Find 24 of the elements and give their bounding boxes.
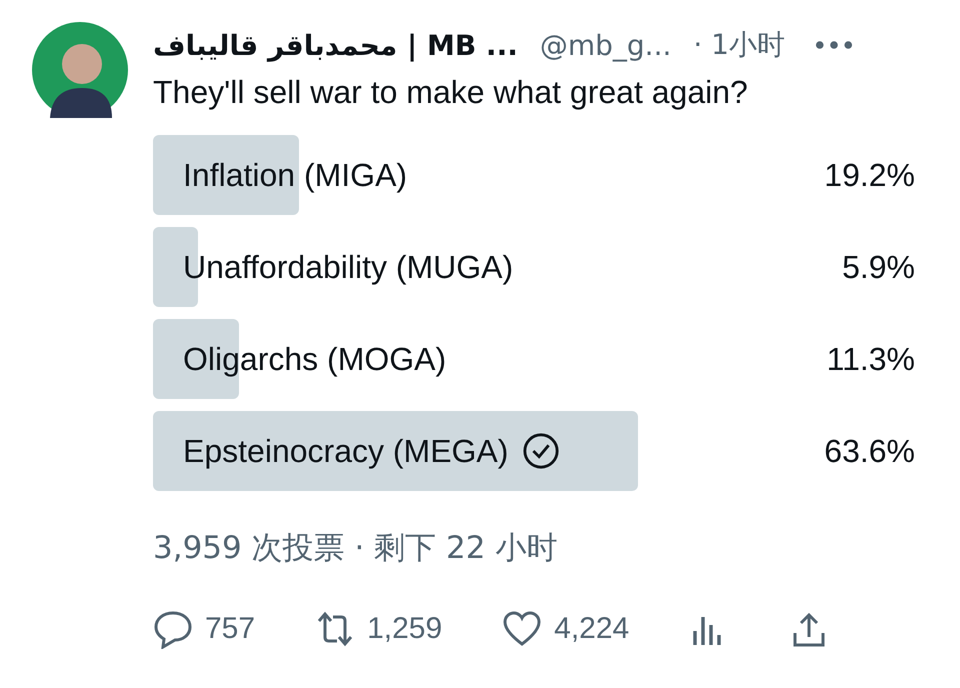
repost-count: 1,259 [367,612,442,646]
poll-option[interactable]: Oligarchs (MOGA) 11.3% [153,319,915,399]
poll-percentage: 5.9% [842,248,915,286]
author-handle[interactable]: @mb_g... [540,28,672,62]
poll-option[interactable]: Epsteinocracy (MEGA) 63.6% [153,411,915,491]
author-name[interactable]: محمدباقر قالیباف | MB ... [153,28,518,62]
poll-percentage: 11.3% [826,340,915,378]
avatar-icon[interactable] [32,22,128,118]
post-time[interactable]: · 1小时 [693,26,785,64]
reply-icon[interactable] [153,609,193,649]
poll-option-label: Epsteinocracy (MEGA) [183,432,508,470]
poll-option[interactable]: Inflation (MIGA) 19.2% [153,135,915,215]
check-circle-icon [522,432,560,470]
poll-option-label: Unaffordability (MUGA) [183,248,514,286]
like-count: 4,224 [554,612,630,646]
more-icon[interactable] [815,40,853,50]
poll-summary: 3,959 次投票 · 剩下 22 小时 [153,529,558,568]
poll-percentage: 63.6% [824,432,915,470]
reply-count: 757 [205,612,256,646]
post-text: They'll sell war to make what great again? [153,74,749,111]
poll-percentage: 19.2% [824,156,915,194]
poll-option-label: Inflation (MIGA) [183,156,408,194]
poll-option-label: Oligarchs (MOGA) [183,340,446,378]
poll-option[interactable]: Unaffordability (MUGA) 5.9% [153,227,915,307]
